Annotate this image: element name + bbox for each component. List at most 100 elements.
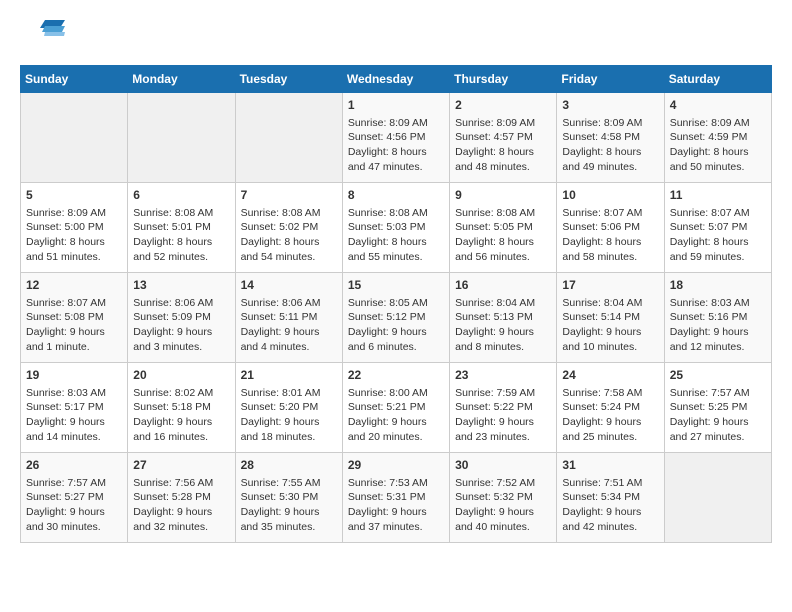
day-info: Sunset: 5:24 PM <box>562 400 658 415</box>
day-info: Daylight: 8 hours <box>348 145 444 160</box>
calendar-cell <box>664 453 771 543</box>
day-info: and 1 minute. <box>26 340 122 355</box>
calendar-cell: 6Sunrise: 8:08 AMSunset: 5:01 PMDaylight… <box>128 183 235 273</box>
day-info: Sunset: 4:57 PM <box>455 130 551 145</box>
day-info: Daylight: 9 hours <box>670 325 766 340</box>
day-info: Daylight: 8 hours <box>455 235 551 250</box>
day-info: Sunrise: 8:09 AM <box>670 116 766 131</box>
day-info: Sunrise: 8:08 AM <box>455 206 551 221</box>
day-info: and 4 minutes. <box>241 340 337 355</box>
day-info: Daylight: 9 hours <box>241 505 337 520</box>
calendar-cell <box>235 93 342 183</box>
day-info: Sunset: 5:17 PM <box>26 400 122 415</box>
day-info: Daylight: 9 hours <box>26 505 122 520</box>
day-info: and 12 minutes. <box>670 340 766 355</box>
day-number: 9 <box>455 187 551 204</box>
day-info: Daylight: 9 hours <box>455 415 551 430</box>
calendar-cell: 28Sunrise: 7:55 AMSunset: 5:30 PMDayligh… <box>235 453 342 543</box>
day-info: Sunset: 5:21 PM <box>348 400 444 415</box>
day-info: Sunrise: 7:59 AM <box>455 386 551 401</box>
day-info: and 8 minutes. <box>455 340 551 355</box>
day-info: and 58 minutes. <box>562 250 658 265</box>
day-info: Sunset: 5:02 PM <box>241 220 337 235</box>
day-number: 7 <box>241 187 337 204</box>
day-info: Sunrise: 8:07 AM <box>562 206 658 221</box>
day-info: Sunset: 5:09 PM <box>133 310 229 325</box>
calendar-cell: 14Sunrise: 8:06 AMSunset: 5:11 PMDayligh… <box>235 273 342 363</box>
header-friday: Friday <box>557 66 664 93</box>
day-info: and 59 minutes. <box>670 250 766 265</box>
day-info: Sunset: 5:07 PM <box>670 220 766 235</box>
day-number: 25 <box>670 367 766 384</box>
day-info: Daylight: 8 hours <box>133 235 229 250</box>
day-number: 18 <box>670 277 766 294</box>
day-info: Sunrise: 8:04 AM <box>455 296 551 311</box>
calendar-cell: 19Sunrise: 8:03 AMSunset: 5:17 PMDayligh… <box>21 363 128 453</box>
day-info: Sunrise: 7:56 AM <box>133 476 229 491</box>
day-info: Sunset: 5:20 PM <box>241 400 337 415</box>
header-saturday: Saturday <box>664 66 771 93</box>
day-info: Sunset: 5:06 PM <box>562 220 658 235</box>
day-info: Sunset: 4:56 PM <box>348 130 444 145</box>
day-info: Sunset: 5:08 PM <box>26 310 122 325</box>
logo <box>20 20 69 55</box>
calendar-cell <box>128 93 235 183</box>
day-info: and 27 minutes. <box>670 430 766 445</box>
day-number: 11 <box>670 187 766 204</box>
day-info: and 55 minutes. <box>348 250 444 265</box>
day-number: 2 <box>455 97 551 114</box>
calendar-week-row: 5Sunrise: 8:09 AMSunset: 5:00 PMDaylight… <box>21 183 772 273</box>
day-number: 13 <box>133 277 229 294</box>
page-header <box>20 20 772 55</box>
day-info: Sunset: 5:30 PM <box>241 490 337 505</box>
day-info: Sunrise: 8:09 AM <box>455 116 551 131</box>
day-info: Sunset: 5:11 PM <box>241 310 337 325</box>
day-info: Daylight: 8 hours <box>670 235 766 250</box>
day-info: Daylight: 9 hours <box>133 415 229 430</box>
calendar-cell: 5Sunrise: 8:09 AMSunset: 5:00 PMDaylight… <box>21 183 128 273</box>
day-info: Daylight: 9 hours <box>241 415 337 430</box>
day-info: and 20 minutes. <box>348 430 444 445</box>
day-info: Daylight: 9 hours <box>348 415 444 430</box>
day-info: Daylight: 9 hours <box>241 325 337 340</box>
calendar-cell: 22Sunrise: 8:00 AMSunset: 5:21 PMDayligh… <box>342 363 449 453</box>
calendar-week-row: 12 Sunrise: 8:07 AMSunset: 5:08 PM Dayligh… <box>21 273 772 363</box>
day-number: 10 <box>562 187 658 204</box>
day-info: and 54 minutes. <box>241 250 337 265</box>
day-info: Daylight: 8 hours <box>562 235 658 250</box>
day-info: and 32 minutes. <box>133 520 229 535</box>
day-info: Sunset: 5:13 PM <box>455 310 551 325</box>
calendar-cell: 2Sunrise: 8:09 AMSunset: 4:57 PMDaylight… <box>450 93 557 183</box>
day-info: and 49 minutes. <box>562 160 658 175</box>
day-info: Sunrise: 8:05 AM <box>348 296 444 311</box>
calendar-cell: 27Sunrise: 7:56 AMSunset: 5:28 PMDayligh… <box>128 453 235 543</box>
calendar-cell: 8Sunrise: 8:08 AMSunset: 5:03 PMDaylight… <box>342 183 449 273</box>
day-number: 12 <box>26 277 122 294</box>
day-number: 26 <box>26 457 122 474</box>
calendar-cell: 26Sunrise: 7:57 AMSunset: 5:27 PMDayligh… <box>21 453 128 543</box>
day-info: Sunset: 5:27 PM <box>26 490 122 505</box>
calendar-cell: 17Sunrise: 8:04 AMSunset: 5:14 PMDayligh… <box>557 273 664 363</box>
calendar-cell: 21Sunrise: 8:01 AMSunset: 5:20 PMDayligh… <box>235 363 342 453</box>
day-number: 8 <box>348 187 444 204</box>
day-number: 4 <box>670 97 766 114</box>
day-info: Sunrise: 8:09 AM <box>26 206 122 221</box>
calendar-cell: 9Sunrise: 8:08 AMSunset: 5:05 PMDaylight… <box>450 183 557 273</box>
day-info: Sunrise: 8:07 AM <box>26 296 122 311</box>
day-info: Sunrise: 7:52 AM <box>455 476 551 491</box>
day-info: Sunset: 5:01 PM <box>133 220 229 235</box>
calendar-header-row: SundayMondayTuesdayWednesdayThursdayFrid… <box>21 66 772 93</box>
calendar-cell: 16Sunrise: 8:04 AMSunset: 5:13 PMDayligh… <box>450 273 557 363</box>
day-info: Daylight: 8 hours <box>26 235 122 250</box>
day-info: and 56 minutes. <box>455 250 551 265</box>
day-info: and 40 minutes. <box>455 520 551 535</box>
day-info: and 47 minutes. <box>348 160 444 175</box>
day-number: 29 <box>348 457 444 474</box>
day-info: and 23 minutes. <box>455 430 551 445</box>
day-info: Sunset: 5:25 PM <box>670 400 766 415</box>
calendar-cell: 11Sunrise: 8:07 AMSunset: 5:07 PMDayligh… <box>664 183 771 273</box>
calendar-week-row: 19Sunrise: 8:03 AMSunset: 5:17 PMDayligh… <box>21 363 772 453</box>
calendar-cell: 4Sunrise: 8:09 AMSunset: 4:59 PMDaylight… <box>664 93 771 183</box>
day-number: 27 <box>133 457 229 474</box>
calendar-cell: 12Sunrise: 8:07 AMSunset: 5:08 PMDayligh… <box>21 273 128 363</box>
